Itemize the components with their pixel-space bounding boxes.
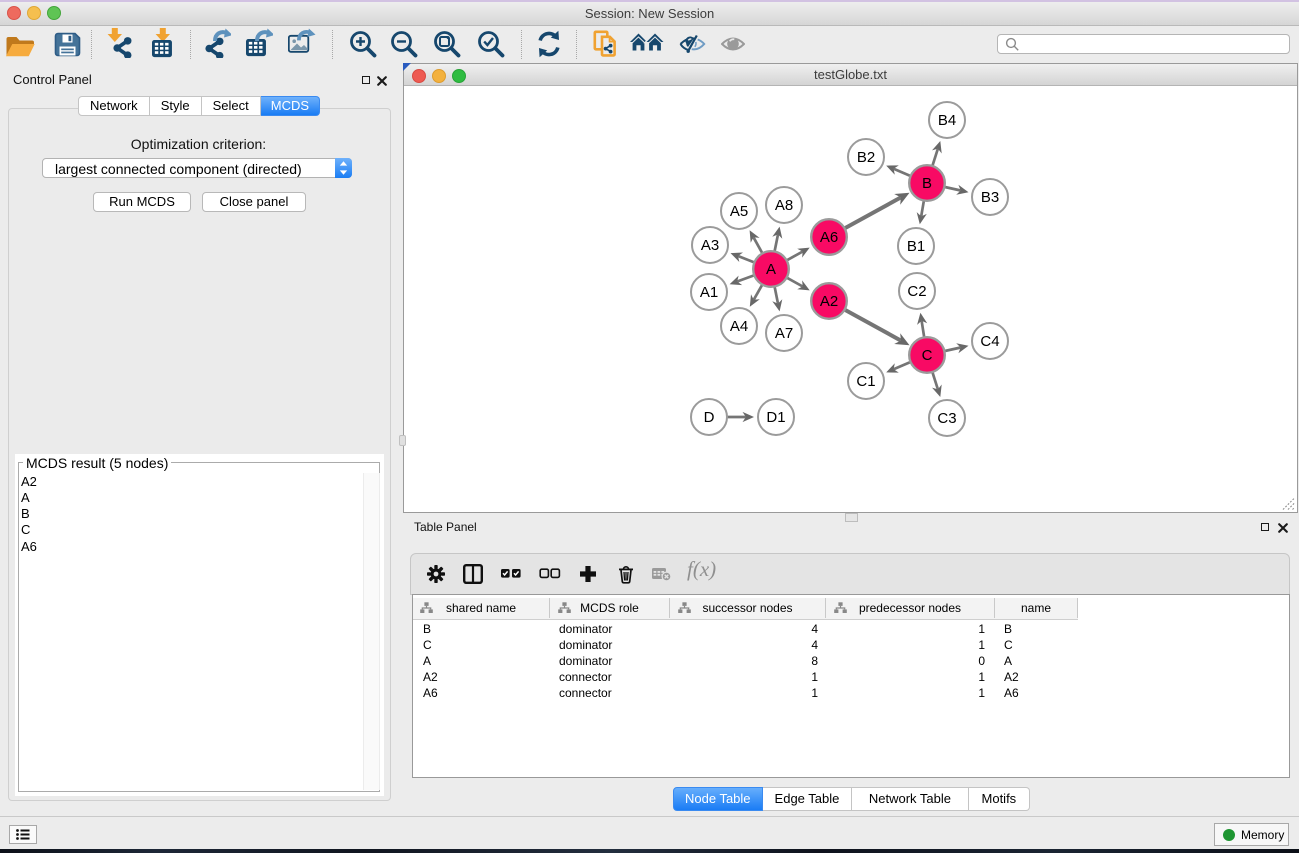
svg-text:D1: D1 [766,409,785,426]
svg-text:B2: B2 [857,149,875,166]
svg-text:A7: A7 [775,325,793,342]
svg-text:B4: B4 [938,112,956,129]
svg-text:A5: A5 [730,203,748,220]
svg-text:A6: A6 [820,229,838,246]
svg-text:A2: A2 [820,293,838,310]
svg-text:A: A [766,261,776,278]
svg-text:C1: C1 [856,373,875,390]
svg-text:A1: A1 [700,284,718,301]
svg-text:A4: A4 [730,318,748,335]
svg-text:B: B [922,175,932,192]
svg-text:C3: C3 [937,410,956,427]
svg-text:C: C [922,347,933,364]
svg-text:D: D [704,409,715,426]
svg-text:A8: A8 [775,197,793,214]
svg-text:C4: C4 [980,333,999,350]
svg-text:A3: A3 [701,237,719,254]
svg-text:C2: C2 [907,283,926,300]
svg-text:B3: B3 [981,189,999,206]
svg-text:B1: B1 [907,238,925,255]
